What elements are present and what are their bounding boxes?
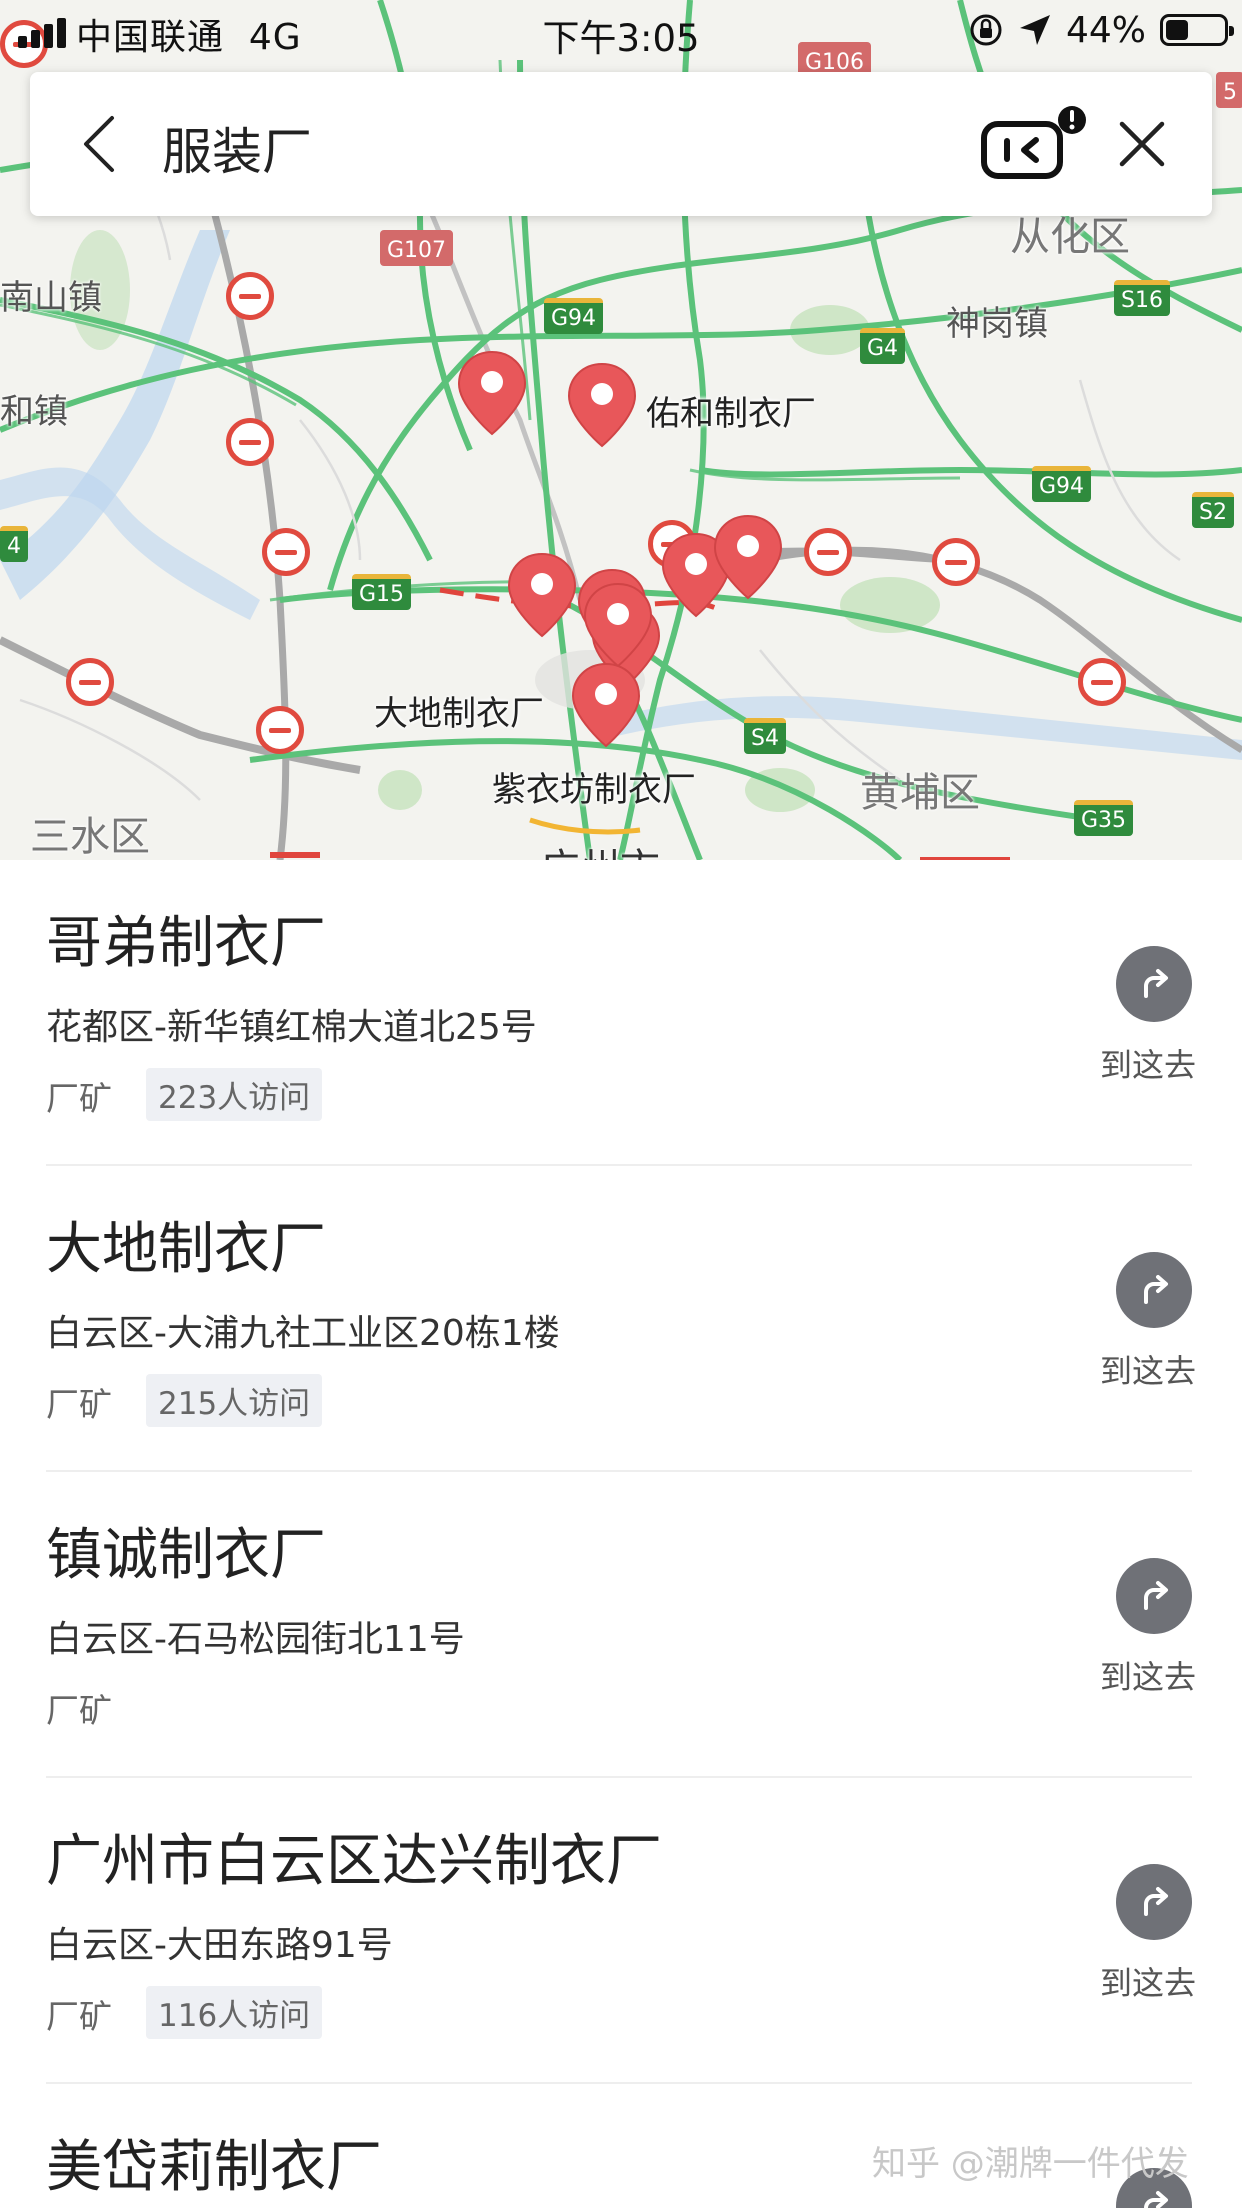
result-name[interactable]: 镇诚制衣厂	[46, 1510, 326, 1591]
result-name[interactable]: 大地制衣厂	[46, 1204, 326, 1285]
result-address: 花都区-新华镇红棉大道北25号	[46, 1007, 537, 1048]
toll-marker-icon	[804, 528, 852, 576]
route-arrow-icon	[1144, 969, 1168, 998]
road-shield-g94-east: G94	[1032, 466, 1092, 502]
map-poi-label-ziyifang[interactable]: 紫衣坊制衣厂	[492, 762, 696, 811]
result-item[interactable]: 广州市白云区达兴制衣厂 白云区-大田东路91号 厂矿 116人访问 到这去	[0, 1778, 1242, 2084]
map-poi-label-dadi[interactable]: 大地制衣厂	[374, 686, 544, 735]
toll-marker-icon	[226, 418, 274, 466]
battery-percent: 44%	[1065, 9, 1146, 51]
toll-marker-icon	[262, 528, 310, 576]
result-visits-badge: 215人访问	[146, 1374, 323, 1427]
result-item[interactable]: 镇诚制衣厂 白云区-石马松园街北11号 厂矿 到这去	[0, 1472, 1242, 1778]
road-shield-g15: G15	[352, 574, 412, 610]
map-label-he: 和镇	[0, 392, 68, 432]
route-arrow-icon	[1144, 1887, 1168, 1916]
status-bar: 中国联通 4G 下午3:05 44%	[0, 0, 1242, 62]
voice-assistant-icon[interactable]	[980, 104, 1090, 184]
result-category: 厂矿	[46, 1079, 112, 1118]
map-label-huangpu: 黄埔区	[860, 770, 980, 816]
result-category: 厂矿	[46, 1997, 112, 2036]
navigate-button[interactable]	[1116, 946, 1192, 1022]
result-name[interactable]: 广州市白云区达兴制衣厂	[46, 1816, 662, 1897]
toll-marker-icon	[226, 272, 274, 320]
battery-icon	[1160, 14, 1234, 46]
result-visits-badge: 223人访问	[146, 1068, 323, 1121]
road-shield-edge-left: 4	[0, 526, 28, 562]
result-name[interactable]: 哥弟制衣厂	[46, 898, 326, 979]
map-pin-icon[interactable]	[456, 350, 528, 438]
result-address: 白云区-石马松园街北11号	[46, 1619, 465, 1660]
result-address: 白云区-大浦九社工业区20栋1楼	[46, 1313, 560, 1354]
watermark: 知乎 @潮牌一件代发	[872, 2144, 1189, 2184]
search-input[interactable]: 服装厂	[162, 112, 312, 184]
result-item[interactable]: 大地制衣厂 白云区-大浦九社工业区20栋1楼 厂矿 215人访问 到这去	[0, 1166, 1242, 1472]
navigate-label[interactable]: 到这去	[1100, 1346, 1196, 1392]
map-poi-label-youhe[interactable]: 佑和制衣厂	[646, 386, 816, 435]
navigate-label[interactable]: 到这去	[1100, 1652, 1196, 1698]
toll-marker-icon	[932, 538, 980, 586]
road-shield-s16: S16	[1114, 280, 1170, 316]
navigate-button[interactable]	[1116, 1252, 1192, 1328]
result-visits-badge: 116人访问	[146, 1986, 323, 2039]
navigate-button[interactable]	[1116, 1558, 1192, 1634]
route-arrow-icon	[1144, 1275, 1168, 1304]
location-arrow-icon	[1019, 15, 1050, 45]
result-address: 白云区-大田东路91号	[46, 1925, 393, 1966]
navigate-label[interactable]: 到这去	[1100, 1958, 1196, 2004]
back-icon[interactable]	[74, 112, 134, 176]
map-pin-icon[interactable]	[582, 582, 654, 670]
road-shield-s4: S4	[744, 718, 786, 754]
road-shield-g94: G94	[544, 298, 604, 334]
toll-marker-icon	[1078, 658, 1126, 706]
navigate-label[interactable]: 到这去	[1100, 1040, 1196, 1086]
map-label-guangzhou: 广州市	[540, 836, 660, 860]
toll-marker-icon	[66, 658, 114, 706]
status-right: 44%	[968, 9, 1234, 51]
map-pin-icon[interactable]	[570, 662, 642, 750]
result-category: 厂矿	[46, 1385, 112, 1424]
map-label-shengang: 神岗镇	[946, 304, 1048, 344]
road-shield-edge-right: 5	[1216, 72, 1242, 108]
map-pin-icon[interactable]	[566, 362, 638, 450]
close-icon[interactable]	[1112, 114, 1172, 174]
toll-marker-icon	[256, 706, 304, 754]
map-label-sanshui: 三水区	[30, 814, 150, 860]
route-arrow-icon	[1144, 1581, 1168, 1610]
map-pin-icon[interactable]	[506, 552, 578, 640]
map-pin-icon[interactable]	[712, 514, 784, 602]
result-item[interactable]: 哥弟制衣厂 花都区-新华镇红棉大道北25号 厂矿 223人访问 到这去	[0, 860, 1242, 1166]
road-shield-s2: S2	[1192, 492, 1234, 528]
road-shield-g107: G107	[380, 230, 454, 266]
road-shield-g4: G4	[860, 328, 906, 364]
road-shield-g35: G35	[1074, 800, 1134, 836]
map-label-nanshan: 南山镇	[0, 278, 102, 318]
result-name[interactable]: 美岱莉制衣厂	[46, 2122, 382, 2203]
result-category: 厂矿	[46, 1691, 112, 1730]
rotation-lock-icon	[970, 14, 1002, 46]
search-bar: 服装厂	[30, 72, 1212, 216]
navigate-button[interactable]	[1116, 1864, 1192, 1940]
